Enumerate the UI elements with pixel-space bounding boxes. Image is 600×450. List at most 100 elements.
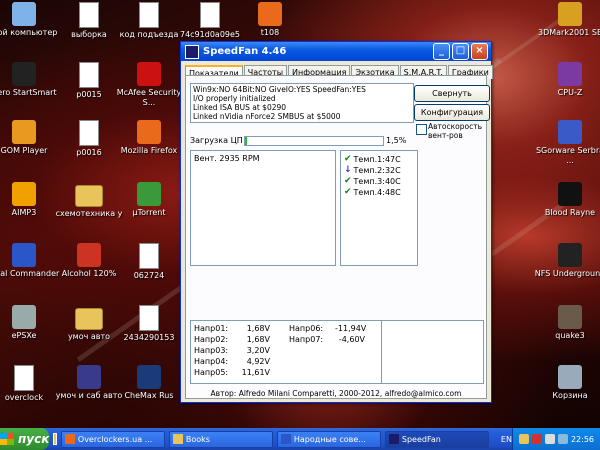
desktop-icon[interactable]: overclock — [0, 365, 60, 403]
speedfan-window: SpeedFan 4.46 _ □ × Показатели Частоты И… — [180, 41, 493, 403]
voltage-name: Напр03: — [194, 346, 229, 355]
tray-icon[interactable] — [531, 434, 542, 444]
firefox-icon — [64, 434, 75, 444]
clock[interactable]: 22:56 — [571, 435, 594, 444]
voltage-reading: Напр03: 3,20V — [194, 346, 270, 355]
sgorware-icon — [558, 120, 582, 144]
desktop-icon[interactable]: McAfee Security S... — [113, 62, 185, 108]
desktop-icon[interactable]: ePSXe — [0, 305, 60, 341]
desktop-icon-label: 3DMark2001 SE — [537, 28, 600, 37]
document-icon — [14, 365, 34, 391]
voltage-name: Напр02: — [194, 335, 229, 344]
desktop-icon[interactable]: 062724 — [113, 243, 185, 281]
taskbar-button[interactable]: Books — [168, 430, 273, 448]
cpuz-icon — [558, 62, 582, 86]
recycle-bin-icon — [558, 365, 582, 389]
desktop-icon[interactable]: µTorrent — [113, 182, 185, 218]
language-indicator[interactable]: EN — [501, 435, 512, 444]
desktop-icon[interactable]: quake3 — [534, 305, 600, 341]
close-window-button[interactable]: × — [471, 43, 488, 60]
taskbar-button-label: SpeedFan — [401, 434, 441, 444]
log-line: Win9x:NO 64Bit:NO GiveIO:YES SpeedFan:YE… — [193, 85, 366, 94]
check-icon: ✔ — [344, 187, 352, 197]
aimp-icon — [12, 182, 36, 206]
desktop-icon[interactable]: CPU-Z — [534, 62, 600, 98]
temperature-label: Темп.2:32C — [353, 165, 401, 175]
desktop-icon-label: ePSXe — [11, 331, 37, 340]
quake-icon — [558, 305, 582, 329]
start-button[interactable]: пуск — [0, 428, 50, 450]
taskbar-button[interactable]: Народные сове... — [276, 430, 381, 448]
taskbar-button[interactable]: SpeedFan — [384, 430, 489, 448]
folder-icon — [172, 434, 183, 444]
nero-icon — [12, 62, 36, 86]
check-icon: ✔ — [344, 154, 352, 164]
desktop-icon[interactable]: Nero StartSmart — [0, 62, 60, 98]
voltage-value: -4,60V — [338, 335, 365, 344]
document-icon — [139, 2, 159, 28]
desktop-icon-label: Корзина — [552, 391, 588, 400]
log-box[interactable]: Win9x:NO 64Bit:NO GiveIO:YES SpeedFan:YE… — [190, 83, 414, 123]
speedfan-icon — [388, 434, 399, 444]
log-line: I/O properly initialized — [193, 94, 276, 103]
autospeed-checkbox[interactable] — [416, 124, 427, 135]
speedfan-app-icon[interactable] — [185, 44, 199, 59]
desktop-icon[interactable]: NFS Underground — [534, 243, 600, 279]
desktop-icon-label: Мой компьютер — [0, 28, 58, 37]
desktop-icon-label: Mozilla Firefox — [120, 146, 178, 155]
cpu-load-fill — [245, 137, 248, 145]
3dmark-icon — [558, 2, 582, 26]
image-file-icon — [200, 2, 220, 28]
taskbar-button-label: Overclockers.ua ... — [77, 434, 153, 444]
minimize-window-button[interactable]: _ — [433, 43, 450, 60]
voltage-reading: Напр01: 1,68V — [194, 324, 270, 333]
voltage-name: Напр06: — [289, 324, 324, 333]
temperature-label: Темп.1:47C — [353, 154, 401, 164]
network-icon[interactable] — [557, 434, 568, 444]
volume-icon[interactable] — [544, 434, 555, 444]
total-commander-icon — [12, 243, 36, 267]
desktop-icon-label: overclock — [4, 393, 44, 402]
voltage-value: 1,68V — [246, 324, 270, 333]
title-bar[interactable]: SpeedFan 4.46 _ □ × — [181, 42, 491, 61]
chemax-icon — [137, 365, 161, 389]
desktop-icon[interactable]: 2434290153 — [113, 305, 185, 343]
folder-icon — [75, 185, 103, 207]
fan-speeds-box[interactable]: Вент. 2935 RPM — [190, 150, 336, 266]
cpu-load-percent: 1,5% — [386, 136, 407, 145]
tray-icon[interactable] — [518, 434, 529, 444]
readings-panel: Win9x:NO 64Bit:NO GiveIO:YES SpeedFan:YE… — [185, 75, 490, 399]
arrow-down-icon: ↓ — [344, 165, 352, 175]
system-tray: 22:56 — [511, 428, 600, 450]
configure-button[interactable]: Конфигурация — [414, 104, 490, 121]
desktop-icon-label: CPU-Z — [557, 88, 583, 97]
voltage-value: 11,61V — [241, 368, 270, 377]
minimize-button[interactable]: Свернуть — [414, 85, 490, 102]
desktop-icon[interactable]: Mozilla Firefox — [113, 120, 185, 156]
desktop-icon[interactable]: Корзина — [534, 365, 600, 401]
desktop-icon[interactable]: GOM Player — [0, 120, 60, 156]
temperatures-box[interactable]: ✔ Темп.1:47C ↓ Темп.2:32C ✔ Темп.3:40C ✔ Темп.4… — [340, 150, 418, 266]
maximize-window-button[interactable]: □ — [452, 43, 469, 60]
desktop-icon[interactable]: SGorware Serbra ... — [534, 120, 600, 166]
desktop-icon-label: AIMP3 — [11, 208, 37, 217]
voltage-name: Напр01: — [194, 324, 229, 333]
desktop-icon[interactable]: t108 — [234, 2, 306, 38]
voltage-value: -11,94V — [335, 324, 367, 333]
desktop-icon[interactable]: CheMax Rus — [113, 365, 185, 401]
taskbar: пуск Overclockers.ua ... Books Народные со… — [0, 428, 600, 450]
log-line: Linked ISA BUS at $0290 — [193, 103, 287, 112]
desktop-icon[interactable]: Мой компьютер — [0, 2, 60, 38]
image-file-icon — [139, 305, 159, 331]
desktop-icon[interactable]: 3DMark2001 SE — [534, 2, 600, 38]
desktop-icon-label: Nero StartSmart — [0, 88, 57, 97]
desktop-icon-label: µTorrent — [132, 208, 166, 217]
desktop-icon[interactable]: Total Commander — [0, 243, 60, 279]
desktop-icon-label: quake3 — [555, 331, 585, 340]
desktop-icon[interactable]: Blood Rayne — [534, 182, 600, 218]
taskbar-button[interactable]: Overclockers.ua ... — [60, 430, 165, 448]
my-computer-icon — [12, 2, 36, 26]
desktop-icon-label: 2434290153 — [123, 333, 175, 342]
voltages-box[interactable]: Напр01: 1,68V Напр02: 1,68V Напр03: 3,20V Напр… — [190, 320, 484, 384]
desktop-icon[interactable]: AIMP3 — [0, 182, 60, 218]
